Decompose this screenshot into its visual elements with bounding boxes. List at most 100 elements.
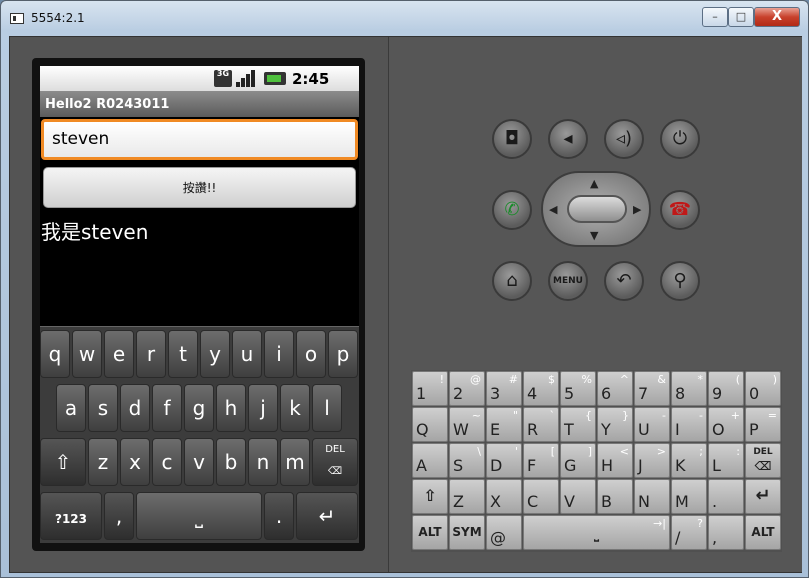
hw-alt-right-key[interactable]: ALT bbox=[745, 515, 781, 550]
hw-key-6[interactable]: 6 ^ bbox=[597, 371, 633, 406]
hw-space-key[interactable]: ⎵ →| bbox=[523, 515, 670, 550]
key-z[interactable]: z bbox=[88, 438, 118, 486]
dpad-right-icon[interactable]: ▶ bbox=[633, 203, 641, 216]
minimize-button[interactable]: – bbox=[702, 7, 728, 27]
camera-icon[interactable]: ◘ bbox=[492, 119, 532, 159]
maximize-button[interactable]: □ bbox=[728, 7, 754, 27]
enter-key[interactable]: ↵ bbox=[296, 492, 358, 540]
hw-key-o[interactable]: O + bbox=[708, 407, 744, 442]
hw-key-r[interactable]: R ` bbox=[523, 407, 559, 442]
power-icon[interactable]: ⏻ bbox=[660, 119, 700, 159]
hw-key-w[interactable]: W ~ bbox=[449, 407, 485, 442]
end-call-icon[interactable]: ☎ bbox=[660, 190, 700, 230]
hw-key-0[interactable]: 0) bbox=[745, 371, 781, 406]
key-m[interactable]: m bbox=[280, 438, 310, 486]
comma-key[interactable]: , bbox=[104, 492, 134, 540]
key-g[interactable]: g bbox=[184, 384, 214, 432]
key-s[interactable]: s bbox=[88, 384, 118, 432]
hw-key-period[interactable]: . bbox=[708, 479, 744, 514]
hw-key-8[interactable]: 8 * bbox=[671, 371, 707, 406]
hw-key-4[interactable]: 4 $ bbox=[523, 371, 559, 406]
key-n[interactable]: n bbox=[248, 438, 278, 486]
key-v[interactable]: v bbox=[184, 438, 214, 486]
home-icon[interactable]: ⌂ bbox=[492, 261, 532, 301]
call-icon[interactable]: ✆ bbox=[492, 190, 532, 230]
key-d[interactable]: d bbox=[120, 384, 150, 432]
hw-key-j[interactable]: J > bbox=[634, 443, 670, 478]
hw-key-s[interactable]: S \ bbox=[449, 443, 485, 478]
dpad-down-icon[interactable]: ▼ bbox=[590, 229, 598, 242]
dpad-up-icon[interactable]: ▲ bbox=[590, 177, 598, 190]
hw-key-y[interactable]: Y} bbox=[597, 407, 633, 442]
hw-enter-key[interactable]: ↵ bbox=[745, 479, 781, 514]
hw-key-d[interactable]: D ' bbox=[486, 443, 522, 478]
key-u[interactable]: u bbox=[232, 330, 262, 378]
hw-key-p[interactable]: P = bbox=[745, 407, 781, 442]
delete-key[interactable]: DEL ⌫ bbox=[312, 438, 358, 486]
key-q[interactable]: q bbox=[40, 330, 70, 378]
hw-key-x[interactable]: X bbox=[486, 479, 522, 514]
hw-key-3[interactable]: 3 # bbox=[486, 371, 522, 406]
symbols-key[interactable]: ?123 bbox=[40, 492, 102, 540]
hw-comma-key[interactable]: , bbox=[708, 515, 744, 550]
key-w[interactable]: w bbox=[72, 330, 102, 378]
hw-key-b[interactable]: B bbox=[597, 479, 633, 514]
space-key[interactable]: ⎵ bbox=[136, 492, 262, 540]
key-y[interactable]: y bbox=[200, 330, 230, 378]
phone-screen[interactable]: 3G 2:45 PM Hello2 R0243011 steven 按讚!! 我… bbox=[40, 66, 359, 543]
hw-key-5[interactable]: 5% bbox=[560, 371, 596, 406]
key-e[interactable]: e bbox=[104, 330, 134, 378]
volume-up-icon[interactable]: ◃) bbox=[604, 119, 644, 159]
hw-key-a[interactable]: A bbox=[412, 443, 448, 478]
hw-key-v[interactable]: V bbox=[560, 479, 596, 514]
key-r[interactable]: r bbox=[136, 330, 166, 378]
key-c[interactable]: c bbox=[152, 438, 182, 486]
hw-alt-left-key[interactable]: ALT bbox=[412, 515, 448, 550]
key-o[interactable]: o bbox=[296, 330, 326, 378]
hw-delete-key[interactable]: DEL ⌫ bbox=[745, 443, 781, 478]
hw-key-z[interactable]: Z bbox=[449, 479, 485, 514]
key-l[interactable]: l bbox=[312, 384, 342, 432]
hw-key-l[interactable]: L: bbox=[708, 443, 744, 478]
key-b[interactable]: b bbox=[216, 438, 246, 486]
dpad-left-icon[interactable]: ◀ bbox=[549, 203, 557, 216]
dpad[interactable]: ▲ ▼ ◀ ▶ bbox=[541, 171, 651, 247]
back-icon[interactable]: ↶ bbox=[604, 261, 644, 301]
hw-key-1[interactable]: 1! bbox=[412, 371, 448, 406]
search-icon[interactable]: ⚲ bbox=[660, 261, 700, 301]
key-p[interactable]: p bbox=[328, 330, 358, 378]
hw-sym-key[interactable]: SYM bbox=[449, 515, 485, 550]
key-h[interactable]: h bbox=[216, 384, 246, 432]
close-button[interactable]: X bbox=[754, 7, 800, 27]
hw-key-7[interactable]: 7 & bbox=[634, 371, 670, 406]
key-t[interactable]: t bbox=[168, 330, 198, 378]
key-j[interactable]: j bbox=[248, 384, 278, 432]
like-button[interactable]: 按讚!! bbox=[43, 167, 356, 208]
key-a[interactable]: a bbox=[56, 384, 86, 432]
hw-key-u[interactable]: U- bbox=[634, 407, 670, 442]
hw-key-9[interactable]: 9( bbox=[708, 371, 744, 406]
hw-shift-key[interactable]: ⇧ bbox=[412, 479, 448, 514]
hw-key-t[interactable]: T{ bbox=[560, 407, 596, 442]
shift-key[interactable]: ⇧ bbox=[40, 438, 86, 486]
hw-key-2[interactable]: 2 @ bbox=[449, 371, 485, 406]
hw-key-q[interactable]: Q bbox=[412, 407, 448, 442]
key-x[interactable]: x bbox=[120, 438, 150, 486]
hw-key-m[interactable]: M bbox=[671, 479, 707, 514]
key-i[interactable]: i bbox=[264, 330, 294, 378]
hw-key-h[interactable]: H < bbox=[597, 443, 633, 478]
hw-key-k[interactable]: K; bbox=[671, 443, 707, 478]
menu-button[interactable]: MENU bbox=[548, 261, 588, 301]
hw-key-e[interactable]: E " bbox=[486, 407, 522, 442]
volume-down-icon[interactable]: ◂ bbox=[548, 119, 588, 159]
hw-key-n[interactable]: N bbox=[634, 479, 670, 514]
key-k[interactable]: k bbox=[280, 384, 310, 432]
hw-key-g[interactable]: G] bbox=[560, 443, 596, 478]
name-input[interactable]: steven bbox=[41, 119, 358, 160]
key-f[interactable]: f bbox=[152, 384, 182, 432]
hw-key-c[interactable]: C bbox=[523, 479, 559, 514]
hw-at-key[interactable]: @ bbox=[486, 515, 522, 550]
period-key[interactable]: . bbox=[264, 492, 294, 540]
hw-slash-key[interactable]: /? bbox=[671, 515, 707, 550]
dpad-center-button[interactable] bbox=[567, 195, 627, 223]
